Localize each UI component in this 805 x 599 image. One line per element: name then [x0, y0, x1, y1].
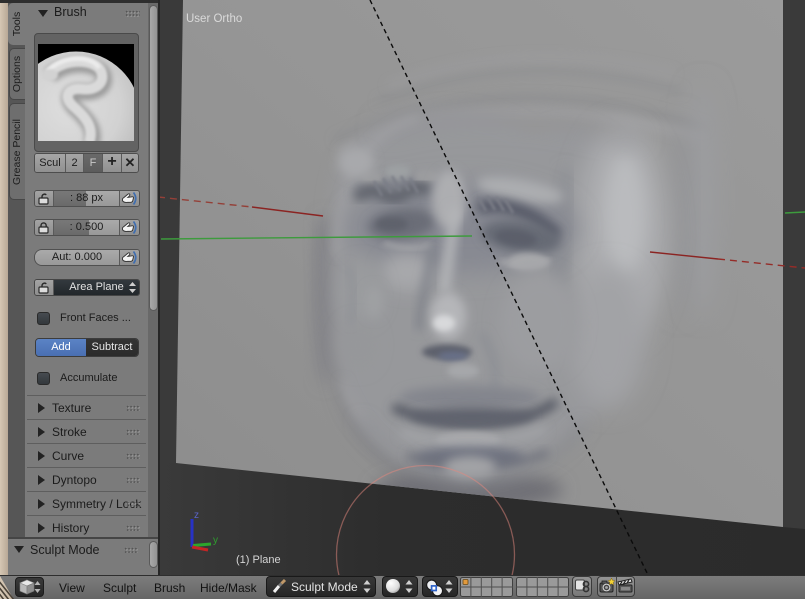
svg-text:User Ortho: User Ortho: [186, 13, 242, 25]
svg-text:z: z: [194, 510, 199, 521]
svg-text:y: y: [213, 535, 218, 546]
svg-text:(1) Plane: (1) Plane: [236, 554, 281, 566]
